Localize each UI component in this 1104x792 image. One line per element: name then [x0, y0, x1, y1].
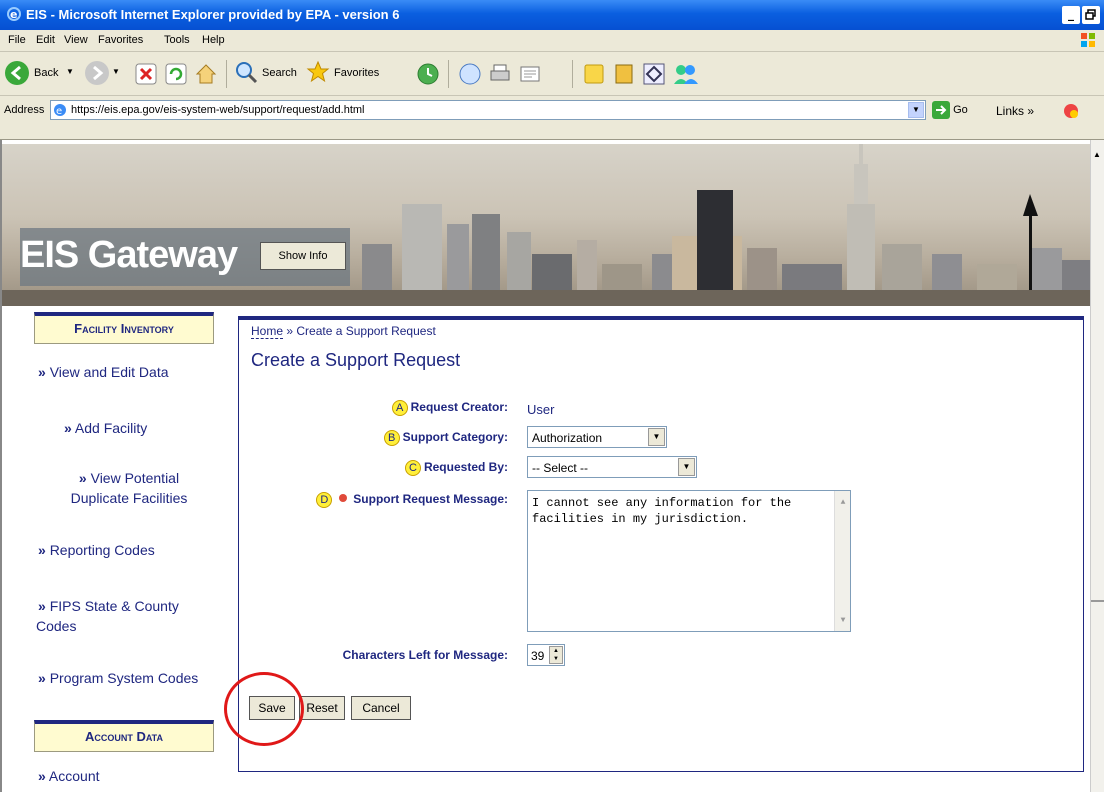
back-arrow-icon — [5, 61, 29, 85]
sidebar-item-view-duplicates[interactable]: » View Potential Duplicate Facilities — [54, 468, 204, 508]
support-message-label: D Support Request Message: — [316, 492, 508, 508]
chars-left-label: Characters Left for Message: — [342, 648, 508, 662]
restore-icon — [1085, 9, 1096, 20]
support-message-textarea[interactable]: I cannot see any information for the fac… — [527, 490, 851, 632]
menu-view[interactable]: View — [64, 34, 88, 46]
sidebar-nav: Facility Inventory » View and Edit Data … — [2, 312, 234, 792]
diamond-icon[interactable] — [642, 60, 666, 88]
chevron-down-icon[interactable]: ▼ — [908, 102, 924, 118]
breadcrumb-current: Create a Support Request — [296, 324, 436, 338]
chevron-down-icon: ▼ — [648, 428, 665, 446]
requested-by-label: C Requested By: — [404, 460, 508, 476]
cancel-button[interactable]: Cancel — [351, 696, 411, 720]
page-icon: e — [54, 104, 66, 117]
mail-icon[interactable] — [458, 60, 482, 88]
stop-icon[interactable] — [134, 60, 158, 88]
home-icon[interactable] — [194, 60, 218, 88]
support-category-select[interactable]: Authorization ▼ — [527, 426, 667, 448]
folder-icon[interactable] — [582, 60, 606, 88]
sidebar-item-account[interactable]: » Account — [38, 766, 100, 786]
minimize-button[interactable]: _ — [1062, 6, 1080, 24]
toolbar-separator — [226, 60, 227, 88]
toolbar: Back ▼ ▼ Search Favorites — [0, 52, 1104, 96]
history-icon[interactable] — [416, 60, 440, 88]
main-panel: Home » Create a Support Request Create a… — [238, 316, 1084, 772]
go-button[interactable]: Go — [932, 101, 968, 119]
reset-button[interactable]: Reset — [299, 696, 345, 720]
address-bar: Address e https://eis.epa.gov/eis-system… — [0, 96, 1104, 140]
maximize-button[interactable] — [1082, 6, 1100, 24]
page-title: Create a Support Request — [251, 350, 461, 370]
request-creator-label: A Request Creator: — [391, 400, 508, 416]
marker-b: B — [383, 430, 400, 446]
marker-a: A — [391, 400, 408, 416]
menu-bar: File Edit View Favorites Tools Help — [0, 30, 1104, 52]
toolbar-separator — [572, 60, 573, 88]
site-title: EIS Gateway — [20, 234, 238, 276]
sidebar-item-fips-codes[interactable]: » FIPS State & County Codes — [36, 596, 179, 636]
go-arrow-icon — [932, 101, 950, 119]
request-creator-value: User — [527, 402, 555, 417]
show-info-button[interactable]: Show Info — [260, 242, 346, 270]
scroll-down-icon[interactable]: ▼ — [837, 613, 849, 625]
support-category-label: B Support Category: — [383, 430, 508, 446]
scroll-up-icon[interactable]: ▲ — [837, 495, 849, 507]
stepper-arrows-icon[interactable]: ▲ ▼ — [549, 646, 563, 664]
chars-left-stepper[interactable]: 39 ▲ ▼ — [527, 644, 565, 666]
sidebar-item-add-facility[interactable]: » Add Facility — [64, 418, 147, 438]
menu-tools[interactable]: Tools — [164, 34, 190, 46]
sidebar-heading-account: Account Data — [34, 720, 214, 752]
menu-edit[interactable]: Edit — [36, 34, 55, 46]
window-title: EIS - Microsoft Internet Explorer provid… — [26, 7, 400, 22]
search-icon — [236, 62, 258, 84]
back-button[interactable]: Back ▼ — [4, 60, 80, 88]
web-page: EIS Gateway Show Info Facility Inventory… — [0, 140, 1090, 792]
refresh-icon[interactable] — [164, 60, 188, 88]
menu-file[interactable]: File — [8, 34, 26, 46]
marker-c: C — [404, 460, 421, 476]
breadcrumb-home-link[interactable]: Home — [251, 324, 284, 339]
toolbar-separator — [448, 60, 449, 88]
forward-arrow-icon — [85, 61, 109, 85]
forward-button[interactable]: ▼ — [84, 60, 124, 88]
chevron-down-icon: ▼ — [112, 67, 120, 76]
breadcrumb: Home » Create a Support Request — [251, 324, 436, 339]
address-input[interactable]: e https://eis.epa.gov/eis-system-web/sup… — [50, 100, 926, 120]
gateway-title-box: EIS Gateway Show Info — [20, 228, 350, 286]
favorites-button[interactable]: Favorites — [306, 60, 390, 88]
svg-text:e: e — [10, 8, 17, 21]
messenger-icon[interactable] — [672, 60, 700, 88]
requested-by-select[interactable]: -- Select -- ▼ — [527, 456, 697, 478]
star-icon — [306, 60, 330, 83]
edit-icon[interactable] — [518, 60, 542, 88]
sidebar-heading-facility: Facility Inventory — [34, 312, 214, 344]
sidebar-item-program-system-codes[interactable]: » Program System Codes — [38, 668, 198, 688]
windows-flag-icon — [1081, 33, 1095, 47]
address-label: Address — [4, 104, 45, 116]
sidebar-item-view-edit-data[interactable]: » View and Edit Data — [38, 362, 169, 382]
menu-help[interactable]: Help — [202, 34, 225, 46]
scroll-thumb[interactable] — [1091, 600, 1104, 602]
scroll-up-icon[interactable]: ▲ — [1093, 150, 1103, 162]
address-url: https://eis.epa.gov/eis-system-web/suppo… — [71, 104, 365, 116]
research-icon[interactable] — [612, 60, 636, 88]
print-icon[interactable] — [488, 60, 512, 88]
extension-icon[interactable] — [1062, 102, 1080, 120]
svg-text:e: e — [56, 106, 62, 117]
search-button[interactable]: Search — [234, 60, 300, 88]
window-titlebar: e EIS - Microsoft Internet Explorer prov… — [0, 0, 1104, 30]
ie-icon: e — [7, 7, 21, 21]
chevron-down-icon: ▼ — [678, 458, 695, 476]
chevron-down-icon: ▼ — [66, 67, 74, 76]
required-indicator-icon — [339, 494, 348, 502]
sidebar-item-reporting-codes[interactable]: » Reporting Codes — [38, 540, 155, 560]
header-banner: EIS Gateway Show Info — [2, 144, 1090, 306]
page-scrollbar[interactable]: ▲ — [1090, 140, 1104, 792]
marker-d: D — [316, 492, 333, 508]
highlight-circle — [224, 672, 304, 746]
menu-favorites[interactable]: Favorites — [98, 34, 143, 46]
textarea-scrollbar[interactable]: ▲ ▼ — [834, 491, 850, 631]
links-button[interactable]: Links » — [996, 104, 1034, 118]
